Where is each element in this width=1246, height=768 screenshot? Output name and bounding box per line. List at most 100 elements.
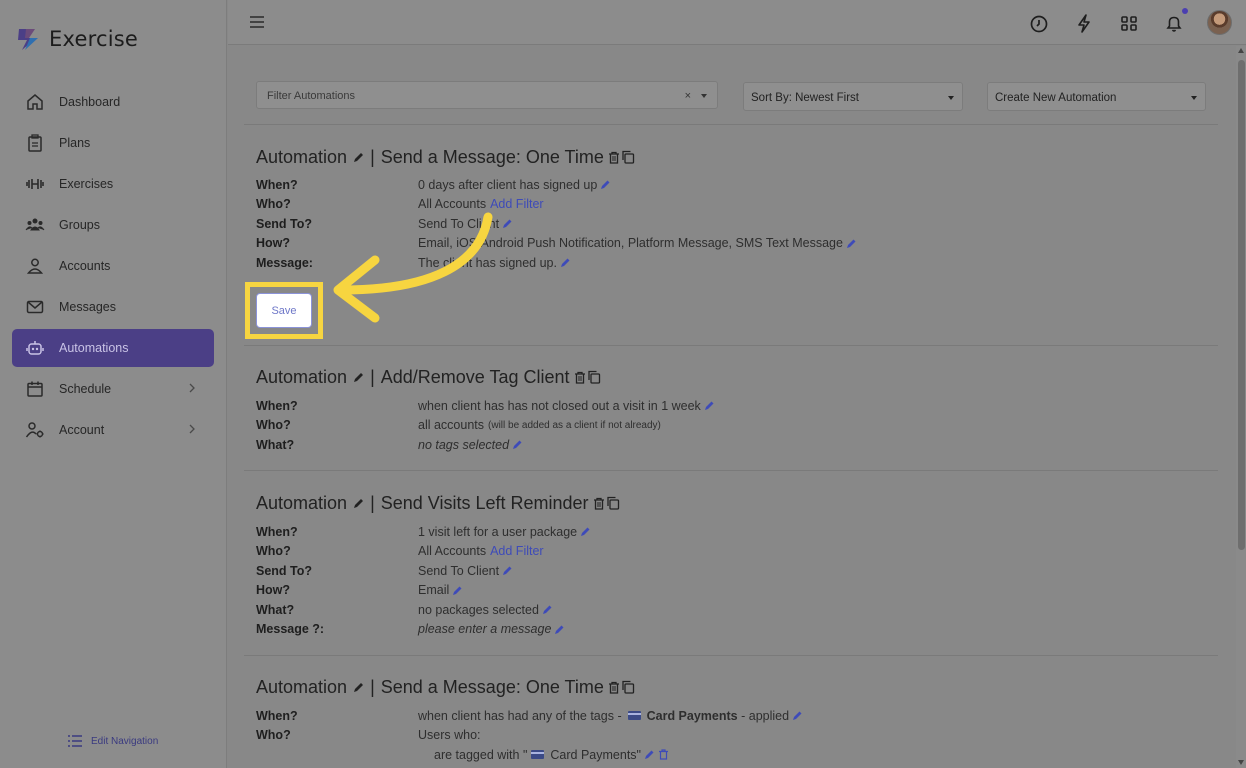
edit-pencil-icon[interactable]	[352, 497, 365, 510]
divider	[244, 470, 1218, 471]
automation-prefix: Automation	[256, 366, 348, 387]
sidebar-item-automations[interactable]: Automations	[12, 329, 214, 367]
sidebar-item-plans[interactable]: Plans	[12, 124, 214, 162]
clear-filter-button[interactable]: ×	[685, 90, 691, 102]
sidebar-item-messages[interactable]: Messages	[12, 288, 214, 326]
edit-navigation-link[interactable]: Edit Navigation	[67, 733, 158, 749]
menu-icon[interactable]	[249, 14, 265, 30]
trash-icon[interactable]	[658, 749, 669, 760]
scrollbar[interactable]	[1236, 46, 1246, 768]
sidebar-item-label: Plans	[59, 136, 91, 150]
automation-row: When? 1 visit left for a user package	[256, 522, 1196, 542]
sidebar-item-exercises[interactable]: Exercises	[12, 165, 214, 203]
top-actions	[1006, 7, 1232, 35]
row-value[interactable]: 1 visit left for a user package	[418, 525, 591, 539]
dropdown-caret-icon[interactable]	[701, 94, 707, 98]
copy-icon[interactable]	[621, 150, 635, 164]
row-value[interactable]: Email	[418, 583, 463, 597]
add-filter-link[interactable]: Add Filter	[490, 544, 544, 558]
app-logo[interactable]: Exercise	[16, 26, 138, 52]
edit-pencil-icon[interactable]	[512, 439, 523, 450]
row-value[interactable]: no tags selected	[418, 438, 523, 452]
copy-icon[interactable]	[606, 496, 620, 510]
edit-pencil-icon[interactable]	[644, 749, 655, 760]
row-label: Who?	[256, 728, 291, 743]
apps-button[interactable]	[1117, 11, 1141, 35]
app-name: Exercise	[49, 27, 138, 51]
quick-actions-button[interactable]	[1072, 11, 1096, 35]
row-label: When?	[256, 708, 298, 723]
scroll-down-icon[interactable]	[1238, 760, 1244, 765]
sort-value: Sort By: Newest First	[751, 92, 859, 104]
row-value[interactable]: when client has has not closed out a vis…	[418, 399, 715, 413]
automation-row: How? Email	[256, 581, 1196, 601]
edit-pencil-icon[interactable]	[502, 218, 513, 229]
sidebar: Exercise Dashboard Plans Exercises Group…	[0, 0, 227, 768]
dropdown-caret-icon	[1191, 96, 1197, 100]
row-value[interactable]: please enter a message	[418, 622, 565, 636]
divider	[244, 345, 1218, 346]
sidebar-item-groups[interactable]: Groups	[12, 206, 214, 244]
edit-pencil-icon[interactable]	[792, 710, 803, 721]
automation-row: What? no tags selected	[256, 435, 1196, 455]
edit-pencil-icon[interactable]	[704, 400, 715, 411]
row-value[interactable]: Send To Client	[418, 564, 513, 578]
divider	[244, 124, 1218, 125]
create-automation-select[interactable]: Create New Automation	[987, 82, 1206, 111]
automation-prefix: Automation	[256, 676, 348, 697]
clipboard-icon	[28, 134, 42, 152]
row-label: Message ?:	[256, 622, 325, 637]
row-label: What?	[256, 437, 295, 452]
edit-pencil-icon[interactable]	[542, 604, 553, 615]
trash-icon[interactable]	[608, 681, 620, 694]
sidebar-item-label: Schedule	[59, 382, 112, 396]
edit-pencil-icon[interactable]	[600, 179, 611, 190]
row-value[interactable]: 0 days after client has signed up	[418, 178, 611, 192]
trash-icon[interactable]	[593, 497, 605, 510]
tag-name: Card Payments	[646, 708, 738, 723]
edit-pencil-icon[interactable]	[560, 257, 571, 268]
filter-placeholder: Filter Automations	[267, 90, 356, 102]
sidebar-nav: Dashboard Plans Exercises Groups Account…	[12, 83, 214, 452]
row-label: How?	[256, 583, 291, 598]
row-value[interactable]: when client has had any of the tags - Car…	[418, 709, 803, 723]
row-value[interactable]: no packages selected	[418, 603, 553, 617]
save-button[interactable]: Save	[256, 293, 312, 328]
scrollbar-thumb[interactable]	[1238, 60, 1245, 550]
automation-name: Send Visits Left Reminder	[380, 492, 589, 513]
edit-pencil-icon[interactable]	[502, 565, 513, 576]
automation-row: When? 0 days after client has signed up	[256, 175, 1196, 195]
history-button[interactable]	[1027, 11, 1051, 35]
top-bar	[228, 0, 1246, 45]
row-label: When?	[256, 398, 298, 413]
sidebar-item-account[interactable]: Account	[12, 411, 214, 449]
home-icon	[27, 94, 43, 110]
edit-pencil-icon[interactable]	[352, 681, 365, 694]
avatar[interactable]	[1207, 10, 1232, 35]
notifications-button[interactable]	[1162, 7, 1188, 35]
divider	[244, 655, 1218, 656]
filter-automations-input[interactable]: Filter Automations ×	[256, 81, 718, 109]
scroll-up-icon[interactable]	[1238, 48, 1244, 53]
row-value[interactable]: are tagged with " Card Payments "	[434, 748, 669, 762]
edit-pencil-icon[interactable]	[580, 526, 591, 537]
trash-icon[interactable]	[574, 371, 586, 384]
sidebar-item-schedule[interactable]: Schedule	[12, 370, 214, 408]
automation-name: Add/Remove Tag Client	[380, 366, 570, 387]
edit-pencil-icon[interactable]	[352, 371, 365, 384]
group-icon	[25, 218, 45, 231]
lightning-icon	[1078, 13, 1090, 33]
automation-title: Automation | Send Visits Left Reminder	[256, 493, 1196, 513]
sort-select[interactable]: Sort By: Newest First	[743, 82, 963, 111]
copy-icon[interactable]	[621, 680, 635, 694]
sidebar-item-accounts[interactable]: Accounts	[12, 247, 214, 285]
edit-pencil-icon[interactable]	[554, 624, 565, 635]
sidebar-item-dashboard[interactable]: Dashboard	[12, 83, 214, 121]
user-gear-icon	[25, 422, 44, 438]
trash-icon[interactable]	[608, 151, 620, 164]
automation-name: Send a Message: One Time	[380, 146, 604, 167]
edit-pencil-icon[interactable]	[352, 151, 365, 164]
edit-pencil-icon[interactable]	[452, 585, 463, 596]
edit-pencil-icon[interactable]	[846, 238, 857, 249]
copy-icon[interactable]	[587, 370, 601, 384]
